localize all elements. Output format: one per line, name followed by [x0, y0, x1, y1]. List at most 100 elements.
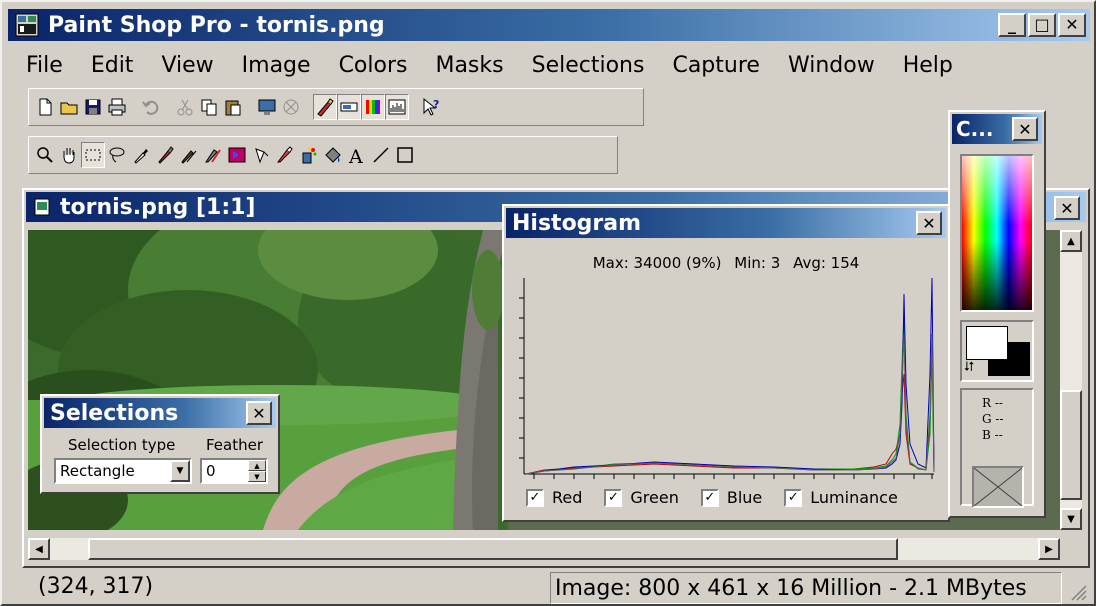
flood-fill-icon[interactable] [321, 142, 345, 168]
selections-palette-title-bar[interactable]: Selections ✕ [44, 398, 276, 428]
paste-icon[interactable] [221, 94, 245, 120]
histogram-avg: Avg: 154 [793, 254, 860, 272]
cut-icon[interactable] [173, 94, 197, 120]
document-close-button[interactable]: ✕ [1054, 196, 1080, 220]
red-value: R -- [982, 396, 1003, 410]
horizontal-scroll-thumb[interactable] [88, 538, 898, 560]
menu-image[interactable]: Image [228, 53, 325, 78]
green-value: G -- [982, 412, 1004, 426]
tool-palette: A [28, 136, 618, 174]
blue-checkbox[interactable]: ✓ Blue [700, 488, 762, 507]
luminance-checkbox[interactable]: ✓ Luminance [784, 488, 898, 507]
draw-line-icon[interactable] [369, 142, 393, 168]
image-info: Image: 800 x 461 x 16 Million - 2.1 MByt… [550, 572, 1062, 604]
pan-tool-icon[interactable] [57, 142, 81, 168]
scroll-right-icon[interactable]: ▶ [1038, 538, 1060, 560]
color-palette-toggle-icon[interactable] [361, 94, 385, 120]
histogram-blue-line [525, 277, 935, 475]
color-palette-close-button[interactable]: ✕ [1012, 117, 1038, 141]
preset-shapes-icon[interactable] [393, 142, 417, 168]
menu-edit[interactable]: Edit [77, 53, 148, 78]
menu-masks[interactable]: Masks [421, 53, 517, 78]
scroll-up-icon[interactable]: ▲ [1060, 230, 1082, 252]
menu-selections[interactable]: Selections [518, 53, 659, 78]
document-icon [34, 198, 50, 216]
checkmark-icon[interactable]: ✓ [526, 488, 544, 507]
menu-capture[interactable]: Capture [658, 53, 773, 78]
scroll-left-icon[interactable]: ◀ [28, 538, 50, 560]
selections-palette-title: Selections [50, 400, 179, 426]
minimize-button[interactable]: _ [998, 13, 1026, 37]
histogram-toggle-icon[interactable] [385, 94, 409, 120]
color-spectrum[interactable] [960, 154, 1034, 312]
selection-type-dropdown[interactable]: Rectangle ▼ [54, 458, 192, 484]
menu-file[interactable]: File [12, 53, 77, 78]
histogram-max: Max: 34000 (9%) [592, 254, 722, 272]
red-checkbox[interactable]: ✓ Red [526, 488, 582, 507]
close-button[interactable]: ✕ [1058, 13, 1086, 37]
normal-viewing-icon[interactable] [279, 94, 303, 120]
open-folder-icon[interactable] [57, 94, 81, 120]
menu-help[interactable]: Help [889, 53, 967, 78]
histogram-red-line [525, 333, 935, 475]
swap-colors-icon[interactable]: ⮃ [964, 360, 974, 375]
chevron-down-icon[interactable]: ▼ [170, 460, 190, 482]
save-icon[interactable] [81, 94, 105, 120]
selections-palette-close-button[interactable]: ✕ [246, 401, 272, 425]
foreground-color-swatch[interactable] [966, 326, 1008, 360]
menu-window[interactable]: Window [774, 53, 889, 78]
maximize-button[interactable]: □ [1028, 13, 1056, 37]
full-screen-preview-icon[interactable] [255, 94, 279, 120]
document-title: tornis.png [1:1] [60, 194, 256, 220]
vertical-scroll-thumb[interactable] [1060, 390, 1082, 500]
text-tool-icon[interactable]: A [345, 142, 369, 168]
context-help-icon[interactable]: ? [419, 94, 443, 120]
retouch-tool-icon[interactable] [225, 142, 249, 168]
status-bar: (324, 317) Image: 800 x 461 x 16 Million… [8, 572, 1090, 604]
dropper-tool-icon[interactable] [129, 142, 153, 168]
app-icon [15, 13, 39, 37]
checkmark-icon[interactable]: ✓ [700, 488, 719, 507]
transparent-color-icon[interactable] [972, 466, 1024, 508]
resize-grip-icon[interactable] [1066, 580, 1088, 602]
copy-icon[interactable] [197, 94, 221, 120]
svg-text:?: ? [433, 98, 439, 111]
feather-value[interactable]: 0 [206, 462, 216, 480]
tool-palette-toggle-icon[interactable] [313, 94, 337, 120]
scratch-remover-icon[interactable] [249, 142, 273, 168]
cursor-coordinates: (324, 317) [38, 574, 154, 599]
checkmark-icon[interactable]: ✓ [784, 488, 803, 507]
spin-down-icon[interactable]: ▼ [248, 471, 266, 482]
vertical-scrollbar[interactable]: ▲ ▼ [1060, 230, 1082, 530]
zoom-tool-icon[interactable] [33, 142, 57, 168]
feather-stepper[interactable]: 0 ▲ ▼ [200, 458, 268, 484]
standard-toolbar: ? [28, 88, 644, 126]
freehand-lasso-icon[interactable] [105, 142, 129, 168]
color-replacer-icon[interactable] [201, 142, 225, 168]
histogram-title-bar[interactable]: Histogram ✕ [506, 208, 946, 238]
new-file-icon[interactable] [33, 94, 57, 120]
checkmark-icon[interactable]: ✓ [604, 488, 623, 507]
color-palette-title: C... [956, 117, 994, 141]
print-icon[interactable] [105, 94, 129, 120]
undo-icon[interactable] [139, 94, 163, 120]
eraser-tool-icon[interactable] [273, 142, 297, 168]
color-palette: C... ✕ ⮃ R -- G -- B -- [948, 110, 1046, 518]
title-bar[interactable]: Paint Shop Pro - tornis.png _ □ ✕ [8, 9, 1090, 41]
histogram-close-button[interactable]: ✕ [916, 211, 942, 235]
feather-label: Feather [206, 436, 264, 454]
clone-brush-icon[interactable] [177, 142, 201, 168]
style-bar-toggle-icon[interactable] [337, 94, 361, 120]
scroll-down-icon[interactable]: ▼ [1060, 508, 1082, 530]
paint-shop-pro-window: Paint Shop Pro - tornis.png _ □ ✕ File E… [0, 0, 1096, 606]
blue-value: B -- [982, 428, 1003, 442]
picture-tube-icon[interactable] [297, 142, 321, 168]
color-palette-title-bar[interactable]: C... ✕ [952, 114, 1042, 144]
green-checkbox[interactable]: ✓ Green [604, 488, 679, 507]
spin-up-icon[interactable]: ▲ [248, 460, 266, 471]
horizontal-scrollbar[interactable]: ◀ ▶ [28, 538, 1060, 560]
paintbrush-tool-icon[interactable] [153, 142, 177, 168]
selection-tool-icon[interactable] [81, 142, 105, 168]
menu-colors[interactable]: Colors [325, 53, 422, 78]
menu-view[interactable]: View [147, 53, 227, 78]
